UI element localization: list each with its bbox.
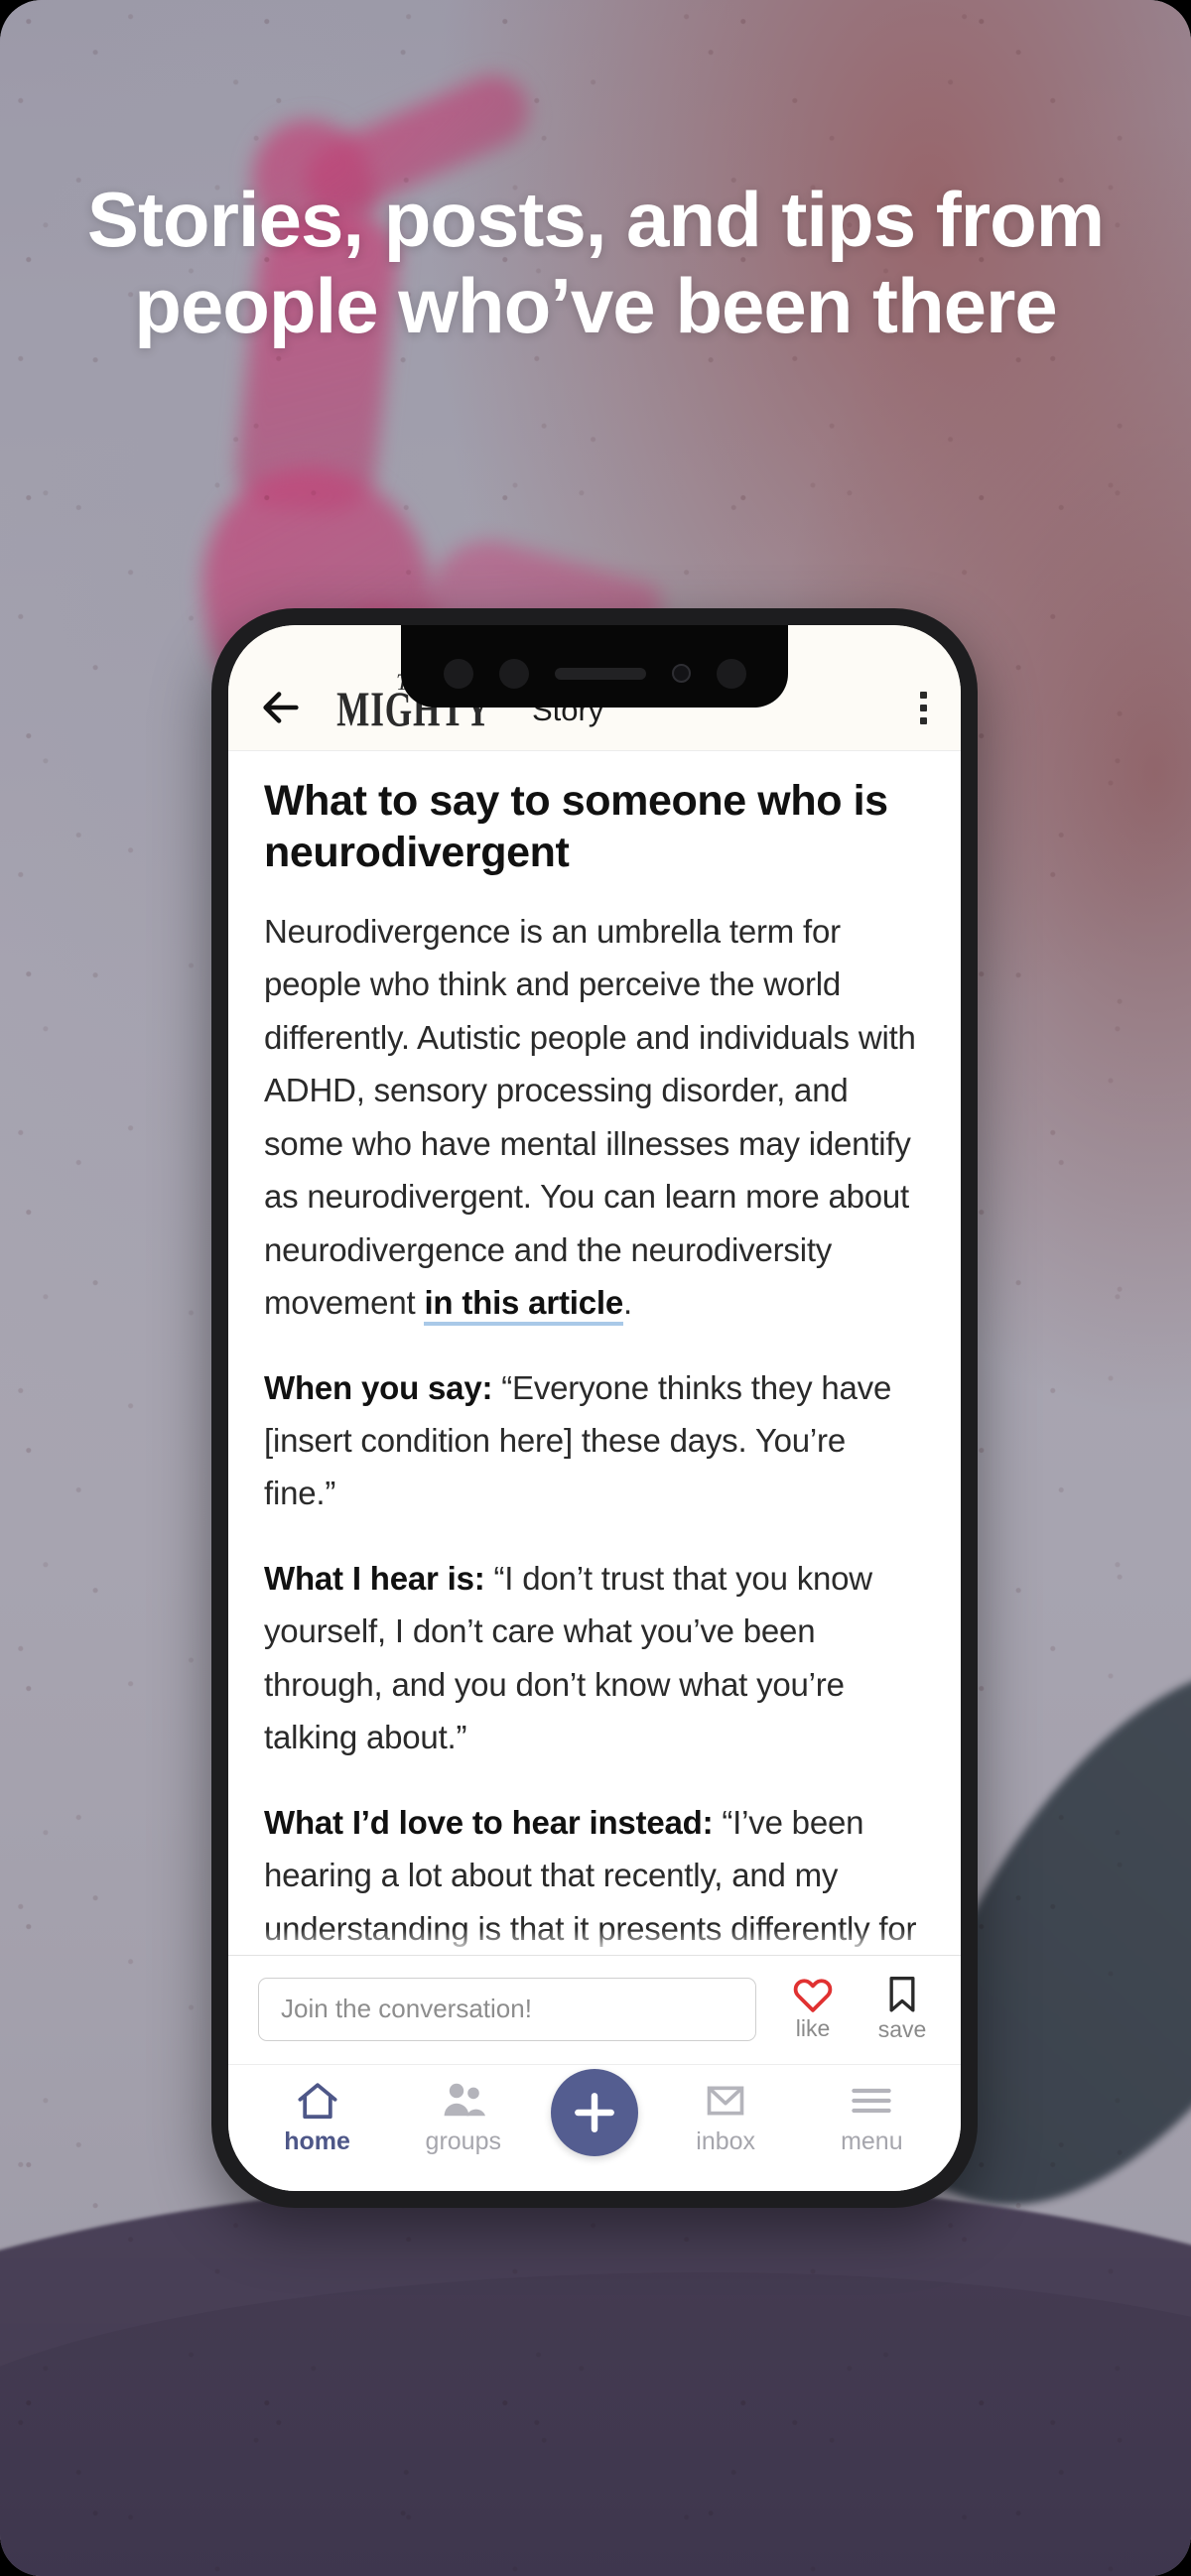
comment-input[interactable]	[258, 1977, 756, 2041]
envelope-icon	[707, 2086, 744, 2116]
like-label: like	[795, 2015, 831, 2041]
paragraph-lead: When you say:	[264, 1368, 493, 1406]
nav-item-groups[interactable]: groups	[405, 2079, 522, 2156]
article-body[interactable]: What to say to someone who is neurodiver…	[228, 750, 961, 1955]
article-paragraph-what-id-love: What I’d love to hear instead: “I’ve bee…	[264, 1796, 925, 1955]
article-title: What to say to someone who is neurodiver…	[264, 777, 888, 877]
people-icon	[444, 2083, 485, 2117]
bottom-navigation: home groups inbox menu	[228, 2064, 961, 2191]
nav-label-menu: menu	[841, 2127, 903, 2155]
paragraph-lead: What I’d love to hear instead:	[264, 1803, 714, 1841]
paragraph-text: Neurodivergence is an umbrella term for …	[264, 912, 916, 1322]
hero-headline: Stories, posts, and tips from people who…	[86, 176, 1105, 350]
like-button[interactable]: like	[780, 1976, 846, 2042]
front-camera-icon	[671, 664, 691, 683]
article-paragraph-when-you-say: When you say: “Everyone thinks they have…	[264, 1361, 925, 1520]
ambient-light-sensor-icon	[716, 658, 746, 689]
comment-bar: like save	[228, 1955, 961, 2064]
hamburger-icon	[852, 2088, 892, 2114]
heart-icon	[793, 1979, 833, 2012]
nav-label-home: home	[284, 2127, 350, 2155]
nav-label-groups: groups	[425, 2127, 501, 2155]
article-paragraph-what-i-hear: What I hear is: “I don’t trust that you …	[264, 1552, 925, 1764]
home-icon	[298, 2083, 337, 2120]
kebab-dot	[920, 717, 927, 724]
nav-item-home[interactable]: home	[259, 2079, 376, 2156]
in-this-article-link[interactable]: in this article	[424, 1284, 623, 1327]
save-button[interactable]: save	[869, 1975, 935, 2043]
phone-screen: The MIGHTY Story What to say to someone …	[228, 625, 961, 2191]
save-label: save	[877, 2016, 927, 2042]
proximity-sensor-icon	[498, 658, 529, 689]
nav-item-menu[interactable]: menu	[813, 2079, 930, 2156]
create-post-button[interactable]	[550, 2069, 638, 2156]
phone-mockup: The MIGHTY Story What to say to someone …	[211, 608, 978, 2208]
arrow-left-icon[interactable]	[258, 685, 304, 730]
bookmark-icon	[889, 1977, 915, 2012]
sensor-icon	[443, 658, 473, 689]
plus-icon	[575, 2093, 614, 2132]
kebab-dot	[920, 692, 927, 699]
nav-item-inbox[interactable]: inbox	[667, 2079, 784, 2156]
nav-label-inbox: inbox	[696, 2127, 756, 2155]
paragraph-lead: What I hear is:	[264, 1559, 485, 1597]
paragraph-period: .	[623, 1284, 632, 1322]
phone-notch	[401, 625, 788, 708]
article-paragraph-intro: Neurodivergence is an umbrella term for …	[264, 905, 925, 1330]
kebab-menu-icon[interactable]	[920, 692, 927, 724]
kebab-dot	[920, 705, 927, 711]
earpiece-speaker-icon	[554, 667, 646, 680]
